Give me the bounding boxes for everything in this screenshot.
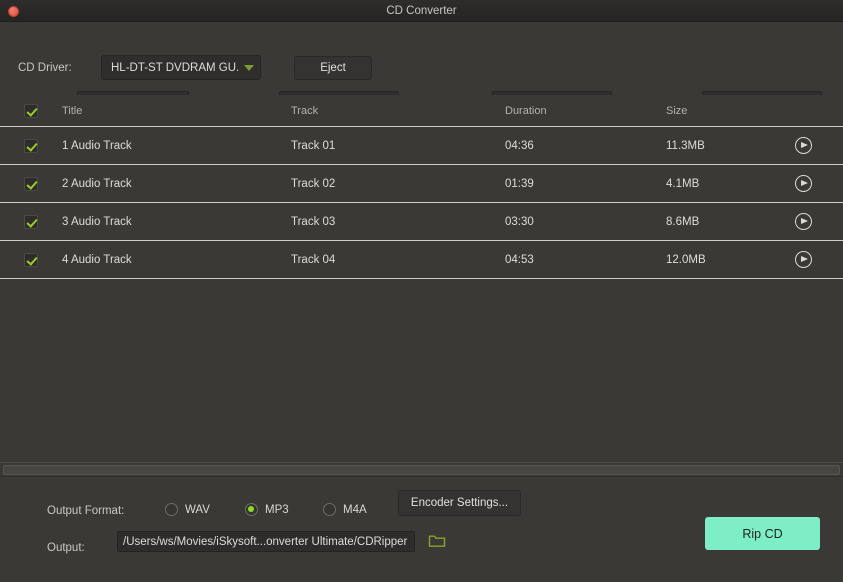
rip-cd-button[interactable]: Rip CD: [705, 517, 820, 550]
format-option-wav[interactable]: WAV: [165, 503, 210, 516]
table-row[interactable]: 1 Audio Track Track 01 04:36 11.3MB: [0, 127, 843, 165]
play-circle-icon: [795, 175, 812, 192]
row-play-button[interactable]: [791, 203, 815, 240]
scrollbar-thumb[interactable]: [3, 465, 840, 475]
format-option-mp3[interactable]: MP3: [245, 503, 289, 516]
table-header-row: Title Track Duration Size: [0, 95, 843, 127]
checkbox-icon: [24, 253, 38, 267]
row-duration: 03:30: [505, 203, 645, 240]
row-checkbox[interactable]: [21, 165, 41, 202]
row-title: 2 Audio Track: [62, 165, 282, 202]
column-header-track[interactable]: Track: [291, 95, 491, 126]
column-header-size[interactable]: Size: [666, 95, 786, 126]
row-size: 4.1MB: [666, 165, 786, 202]
encoder-settings-button[interactable]: Encoder Settings...: [398, 490, 521, 516]
top-controls-bar: CD Driver: HL-DT-ST DVDRAM GU... Eject A…: [0, 22, 843, 95]
table-row[interactable]: 3 Audio Track Track 03 03:30 8.6MB: [0, 203, 843, 241]
row-size: 11.3MB: [666, 127, 786, 164]
checkbox-icon: [24, 215, 38, 229]
output-format-label: Output Format:: [47, 504, 124, 518]
eject-button[interactable]: Eject: [294, 56, 372, 80]
cd-driver-value: HL-DT-ST DVDRAM GU...: [111, 62, 240, 74]
cd-driver-dropdown[interactable]: HL-DT-ST DVDRAM GU...: [101, 55, 261, 80]
output-label: Output:: [47, 541, 85, 555]
row-size: 12.0MB: [666, 241, 786, 278]
row-duration: 04:53: [505, 241, 645, 278]
row-track: Track 01: [291, 127, 491, 164]
window-title: CD Converter: [0, 0, 843, 22]
row-title: 1 Audio Track: [62, 127, 282, 164]
format-label-mp3: MP3: [265, 504, 289, 516]
format-label-wav: WAV: [185, 504, 210, 516]
row-play-button[interactable]: [791, 127, 815, 164]
play-circle-icon: [795, 251, 812, 268]
window-titlebar: CD Converter: [0, 0, 843, 22]
horizontal-scrollbar[interactable]: [0, 462, 843, 477]
output-path-input[interactable]: [117, 531, 415, 552]
row-track: Track 02: [291, 165, 491, 202]
row-checkbox[interactable]: [21, 241, 41, 278]
format-option-m4a[interactable]: M4A: [323, 503, 367, 516]
play-circle-icon: [795, 213, 812, 230]
cd-converter-window: CD Converter CD Driver: HL-DT-ST DVDRAM …: [0, 0, 843, 582]
select-all-checkbox[interactable]: [21, 95, 41, 126]
play-circle-icon: [795, 137, 812, 154]
folder-icon[interactable]: [428, 533, 446, 549]
cd-driver-label: CD Driver:: [18, 61, 72, 75]
row-checkbox[interactable]: [21, 203, 41, 240]
row-play-button[interactable]: [791, 165, 815, 202]
column-header-duration[interactable]: Duration: [505, 95, 645, 126]
column-header-title[interactable]: Title: [62, 95, 282, 126]
table-row[interactable]: 4 Audio Track Track 04 04:53 12.0MB: [0, 241, 843, 279]
radio-icon: [323, 503, 336, 516]
radio-icon: [165, 503, 178, 516]
format-label-m4a: M4A: [343, 504, 367, 516]
radio-icon-selected: [245, 503, 258, 516]
checkbox-icon: [24, 177, 38, 191]
row-duration: 04:36: [505, 127, 645, 164]
row-title: 3 Audio Track: [62, 203, 282, 240]
track-table: Title Track Duration Size 1 Audio Track …: [0, 95, 843, 460]
row-track: Track 04: [291, 241, 491, 278]
row-duration: 01:39: [505, 165, 645, 202]
checkbox-icon: [24, 104, 38, 118]
table-row[interactable]: 2 Audio Track Track 02 01:39 4.1MB: [0, 165, 843, 203]
row-title: 4 Audio Track: [62, 241, 282, 278]
row-track: Track 03: [291, 203, 491, 240]
checkbox-icon: [24, 139, 38, 153]
row-checkbox[interactable]: [21, 127, 41, 164]
chevron-down-icon: [244, 65, 254, 71]
row-play-button[interactable]: [791, 241, 815, 278]
row-size: 8.6MB: [666, 203, 786, 240]
